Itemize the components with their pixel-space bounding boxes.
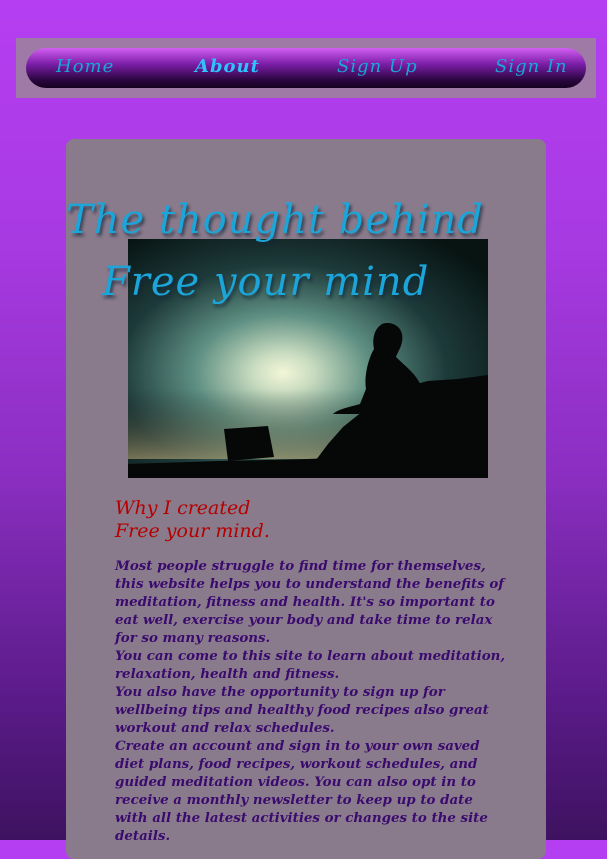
hero-title-line1: The thought behind <box>66 197 484 243</box>
navbar: Home About Sign Up Sign In <box>16 38 596 98</box>
about-card: The thought behind Free your mind Why I … <box>66 139 546 859</box>
about-paragraph: You also have the opportunity to sign up… <box>115 684 489 736</box>
nav-pill: Home About Sign Up Sign In <box>26 48 586 88</box>
hero-title-line2: Free your mind <box>102 259 430 305</box>
nav-link-sign-in[interactable]: Sign In <box>495 56 568 77</box>
about-body: Most people struggle to find time for th… <box>115 557 507 845</box>
about-paragraph: Create an account and sign in to your ow… <box>115 738 488 844</box>
about-heading: Why I created Free your mind. <box>115 497 270 543</box>
about-heading-line1: Why I created <box>115 497 251 519</box>
about-paragraph: Most people struggle to find time for th… <box>115 558 505 646</box>
nav-link-home[interactable]: Home <box>56 56 114 77</box>
nav-link-about[interactable]: About <box>195 56 260 77</box>
nav-link-sign-up[interactable]: Sign Up <box>337 56 418 77</box>
about-heading-line2: Free your mind. <box>115 520 270 542</box>
about-paragraph: You can come to this site to learn about… <box>115 648 506 682</box>
